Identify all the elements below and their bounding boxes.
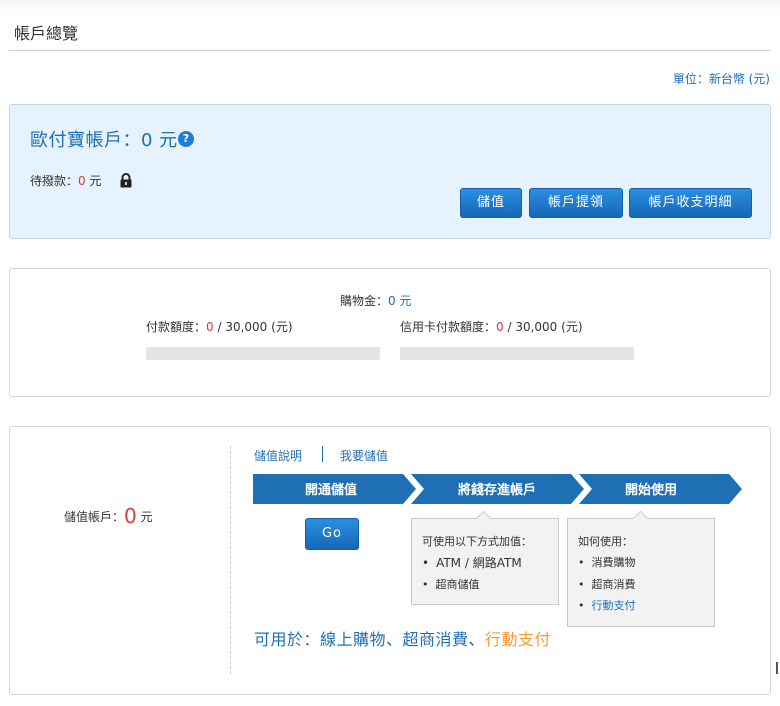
stored-value-balance: 儲值帳戶：0 元 [64, 504, 153, 528]
question-circle-icon[interactable]: ? [178, 131, 194, 147]
step-1-label: 開通儲值 [305, 482, 357, 498]
deposit-method-item: 超商儲值 [422, 576, 480, 592]
pending-payout: 待撥款：0 元 [30, 172, 101, 189]
link-separator [322, 446, 323, 462]
step-3-label: 開始使用 [625, 482, 677, 498]
top-fade [0, 0, 780, 12]
pending-label: 待撥款： [30, 174, 79, 188]
payment-limit: 付款額度：0 / 30,000 (元) [146, 318, 293, 335]
usage-item: 消費購物 [578, 554, 636, 570]
cc-limit-total: / 30,000 (元) [503, 320, 583, 334]
stored-value-amount: 0 [124, 504, 137, 528]
stored-value-unit: 元 [136, 510, 153, 524]
stored-value-explain-link[interactable]: 儲值說明 [254, 447, 302, 464]
payment-limit-used: 0 [206, 320, 214, 334]
opay-account-balance: 歐付寶帳戶：0 元 [30, 130, 178, 151]
usable-for-text: 可用於：線上購物、超商消費、行動支付 [254, 626, 551, 650]
deposit-methods-heading: 可使用以下方式加值： [422, 535, 532, 548]
payment-limit-label: 付款額度： [146, 320, 207, 334]
usable-for-highlight: 行動支付 [485, 630, 552, 649]
scroll-edge-mark [776, 662, 778, 674]
want-deposit-link[interactable]: 我要儲值 [340, 447, 388, 464]
mobile-payment-link[interactable]: 行動支付 [578, 597, 636, 613]
cc-limit-used: 0 [496, 320, 504, 334]
page-title: 帳戶總覽 [14, 24, 79, 43]
shopping-credit-label: 購物金： [340, 294, 389, 308]
pending-value: 0 [78, 174, 86, 188]
opay-account-card [9, 104, 771, 239]
usage-item: 超商消費 [578, 576, 636, 592]
go-button[interactable]: Go [305, 518, 359, 550]
pending-unit: 元 [85, 174, 102, 188]
deposit-button[interactable]: 儲值 [460, 188, 522, 218]
usage-heading: 如何使用： [578, 535, 633, 548]
dashed-divider [230, 446, 231, 674]
shopping-credit-card [9, 268, 771, 397]
shopping-credit-value: 0 元 [388, 294, 412, 308]
payment-limit-total: / 30,000 (元) [213, 320, 293, 334]
step-2-label: 將錢存進帳戶 [458, 482, 536, 498]
stored-value-label: 儲值帳戶： [64, 510, 125, 524]
currency-unit-label: 單位：新台幣 (元) [672, 72, 770, 86]
account-detail-button[interactable]: 帳戶收支明細 [629, 188, 752, 218]
shopping-credit: 購物金：0 元 [340, 292, 411, 309]
payment-limit-progress-bar [146, 347, 380, 360]
cc-limit-progress-bar [400, 347, 634, 360]
credit-card-payment-limit: 信用卡付款額度：0 / 30,000 (元) [400, 318, 583, 335]
cc-limit-label: 信用卡付款額度： [400, 320, 497, 334]
withdraw-button[interactable]: 帳戶提領 [529, 188, 623, 218]
usable-for-prefix: 可用於：線上購物、超商消費、 [254, 630, 486, 649]
steps-banner: 開通儲值 將錢存進帳戶 開始使用 [253, 474, 742, 504]
title-divider [9, 50, 770, 51]
lock-icon [120, 173, 132, 188]
deposit-method-item: ATM / 網路ATM [422, 554, 522, 571]
